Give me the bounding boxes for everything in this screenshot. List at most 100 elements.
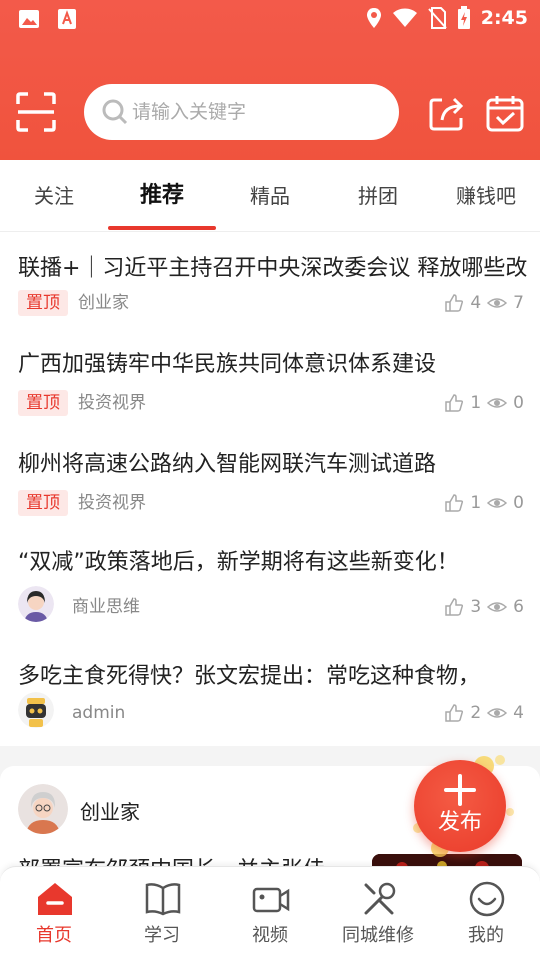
publish-label: 发布 <box>437 810 482 835</box>
status-bar: 2:45 <box>0 0 540 40</box>
tab-earn[interactable]: 赚钱吧 <box>432 160 540 232</box>
location-icon <box>366 8 381 28</box>
pinned-tag: 置顶 <box>18 490 68 516</box>
like-icon[interactable] <box>444 703 464 723</box>
calendar-checkin-button[interactable] <box>486 94 524 132</box>
news-item[interactable]: 广西加强铸牢中华民族共同体意识体系建设 置顶 投资视界 1 0 <box>0 348 540 424</box>
like-count: 3 <box>470 597 482 617</box>
share-button[interactable] <box>428 94 466 132</box>
pinned-tag: 置顶 <box>18 390 68 416</box>
like-count: 1 <box>470 493 482 513</box>
nav-label: 学习 <box>144 925 180 946</box>
view-count: 6 <box>513 597 524 617</box>
author-avatar[interactable] <box>18 784 68 834</box>
app-notification-icon <box>58 9 76 29</box>
news-item[interactable]: 柳州将高速公路纳入智能网联汽车测试道路 置顶 投资视界 1 0 <box>0 448 540 524</box>
battery-icon <box>457 6 470 29</box>
active-tab-indicator <box>108 226 216 230</box>
bottom-navigation: 首页 学习 视频 同城维修 我的 <box>0 866 540 960</box>
home-icon <box>38 883 72 915</box>
tab-recommend[interactable]: 推荐 <box>108 160 216 232</box>
like-count: 2 <box>470 703 482 723</box>
news-source: 投资视界 <box>78 393 146 413</box>
wifi-icon <box>392 8 417 27</box>
view-count: 4 <box>513 703 524 723</box>
tab-follow[interactable]: 关注 <box>0 160 108 232</box>
image-notification-icon <box>19 10 39 28</box>
view-icon <box>487 708 508 718</box>
scan-icon <box>16 92 56 132</box>
no-sim-icon <box>427 7 447 29</box>
elder-avatar-icon <box>18 784 68 834</box>
news-title: 广西加强铸牢中华民族共同体意识体系建设 <box>18 352 437 377</box>
author-avatar[interactable] <box>18 586 54 622</box>
news-stats: 1 0 <box>444 390 524 416</box>
scan-button[interactable] <box>16 92 56 132</box>
book-icon <box>145 883 181 916</box>
news-source: 商业思维 <box>72 597 140 617</box>
like-count: 4 <box>470 293 482 313</box>
pinned-tag: 置顶 <box>18 290 68 316</box>
news-source: 创业家 <box>78 293 129 313</box>
news-stats: 3 6 <box>444 594 524 620</box>
news-stats: 4 7 <box>444 290 524 316</box>
share-icon <box>429 97 464 131</box>
like-icon[interactable] <box>444 393 464 413</box>
news-item[interactable]: “双减”政策落地后，新学期将有这些新变化！ 商业思维 3 6 <box>0 546 540 628</box>
nav-study[interactable]: 学习 <box>108 867 216 960</box>
news-title: 柳州将高速公路纳入智能网联汽车测试道路 <box>18 452 437 477</box>
news-item[interactable]: 联播+｜习近平主持召开中央深改委会议 释放哪些改革信号? 置顶 创业家 4 7 <box>0 248 540 324</box>
nav-mine[interactable]: 我的 <box>432 867 540 960</box>
view-count: 0 <box>513 393 524 413</box>
news-meta: 置顶 创业家 4 7 <box>18 290 524 318</box>
search-icon <box>102 99 128 125</box>
tab-group-buy[interactable]: 拼团 <box>324 160 432 232</box>
nav-video[interactable]: 视频 <box>216 867 324 960</box>
news-item[interactable]: 多吃主食死得快？张文宏提出：常吃这种食物， admin 2 4 <box>0 656 540 740</box>
news-meta: admin 2 4 <box>18 692 524 728</box>
app-header: 2:45 <box>0 0 540 160</box>
news-meta: 商业思维 3 6 <box>18 586 524 622</box>
like-icon[interactable] <box>444 597 464 617</box>
news-title: 多吃主食死得快？张文宏提出：常吃这种食物， <box>18 664 481 688</box>
like-count: 1 <box>470 393 482 413</box>
news-meta: 置顶 投资视界 1 0 <box>18 390 524 418</box>
view-icon <box>487 498 508 508</box>
author-avatar[interactable] <box>18 692 54 728</box>
publish-fab-button[interactable]: 发布 <box>414 760 506 852</box>
robot-avatar-icon <box>18 692 54 728</box>
nav-label: 首页 <box>36 925 72 946</box>
nav-local-repair[interactable]: 同城维修 <box>324 867 432 960</box>
category-tabs: 关注 推荐 精品 拼团 赚钱吧 <box>0 160 540 232</box>
view-count: 0 <box>513 493 524 513</box>
like-icon[interactable] <box>444 293 464 313</box>
search-bar[interactable] <box>84 84 399 140</box>
news-title: 联播+｜习近平主持召开中央深改委会议 释放哪些改革信号? <box>18 256 528 280</box>
news-source: 投资视界 <box>78 493 146 513</box>
card-author-name: 创业家 <box>80 800 140 824</box>
nav-label: 同城维修 <box>342 925 414 946</box>
view-count: 7 <box>513 293 524 313</box>
status-time: 2:45 <box>480 7 528 29</box>
calendar-check-icon <box>486 96 524 132</box>
news-stats: 2 4 <box>444 700 524 726</box>
news-source: admin <box>72 703 126 723</box>
news-stats: 1 0 <box>444 490 524 516</box>
news-title: “双减”政策落地后，新学期将有这些新变化！ <box>18 550 459 575</box>
video-icon <box>252 887 290 913</box>
plus-icon <box>444 774 476 806</box>
news-meta: 置顶 投资视界 1 0 <box>18 490 524 518</box>
tab-featured[interactable]: 精品 <box>216 160 324 232</box>
news-feed: 联播+｜习近平主持召开中央深改委会议 释放哪些改革信号? 置顶 创业家 4 7 … <box>0 232 540 746</box>
nav-home[interactable]: 首页 <box>0 867 108 960</box>
like-icon[interactable] <box>444 493 464 513</box>
smile-icon <box>469 881 505 917</box>
view-icon <box>487 298 508 308</box>
tools-icon <box>364 882 396 915</box>
search-input[interactable] <box>132 101 382 123</box>
view-icon <box>487 602 508 612</box>
nav-label: 我的 <box>468 925 504 946</box>
woman-avatar-icon <box>18 586 54 622</box>
view-icon <box>487 398 508 408</box>
nav-label: 视频 <box>252 925 288 946</box>
